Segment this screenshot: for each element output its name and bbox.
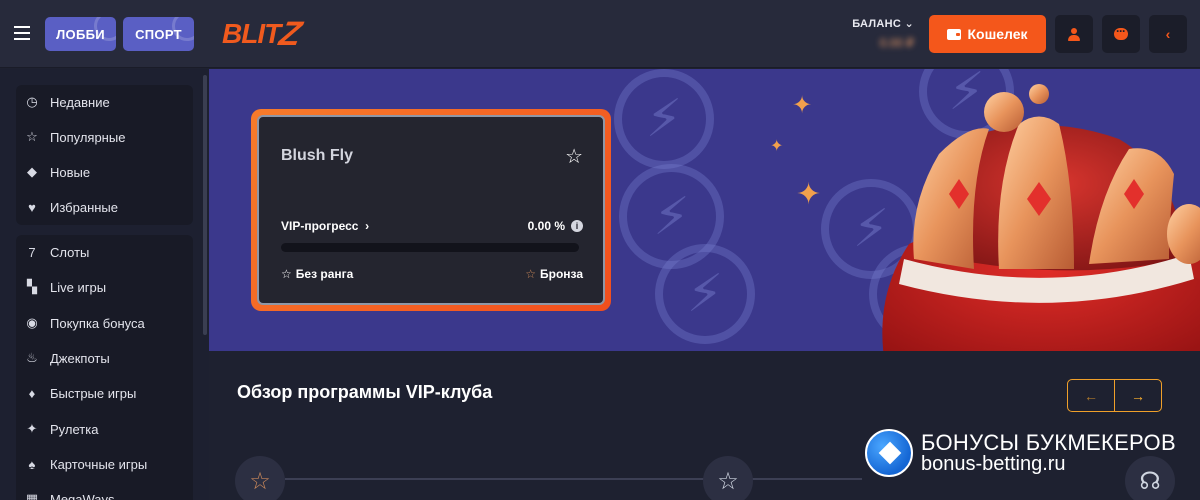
current-rank: ☆ Без ранга (281, 267, 353, 281)
wallet-button[interactable]: Кошелек (929, 15, 1046, 53)
heart-icon: ♥ (28, 199, 36, 215)
user-icon (1068, 27, 1080, 41)
chevron-right-icon: › (361, 219, 370, 233)
section-title: Обзор программы VIP-клуба (237, 382, 493, 402)
sidebar-scrollbar[interactable] (203, 75, 207, 335)
sidebar-item-label: Новые (50, 164, 91, 180)
sidebar-item-label: Рулетка (50, 421, 99, 437)
timeline-line (752, 478, 862, 480)
profile-button[interactable] (1055, 15, 1093, 53)
sidebar-item-live[interactable]: ▚ Live игры (24, 277, 106, 297)
vip-status-card: Blush Fly ☆ VIP-прогресс › 0.00 % i ☆ Бе… (251, 109, 611, 311)
megaways-icon: ▦ (25, 491, 39, 500)
watermark: БОНУСЫ БУКМЕКЕРОВ bonus-betting.ru (865, 429, 1176, 477)
sidebar-item-bonus-buy[interactable]: ◉ Покупка бонуса (24, 313, 145, 333)
sidebar-item-label: Популярные (50, 129, 126, 145)
sidebar-item-popular[interactable]: ☆ Популярные (24, 127, 125, 147)
next-arrow-button[interactable]: → (1114, 379, 1162, 412)
info-icon[interactable]: i (571, 220, 583, 232)
lightning-bolt-decoration (655, 244, 755, 344)
sidebar-item-quick-games[interactable]: ♦ Быстрые игры (24, 383, 137, 403)
sidebar-item-label: Покупка бонуса (50, 315, 145, 331)
soccer-ball-icon (865, 429, 913, 477)
collapse-button[interactable]: ‹ (1149, 15, 1187, 53)
crown-image (882, 84, 1200, 351)
sidebar-item-slots[interactable]: 7 Слоты (24, 242, 89, 262)
sidebar-item-new[interactable]: ◆ Новые (24, 162, 90, 182)
balance-dropdown[interactable]: БАЛАНС ⌄ 0.00 ₽ (852, 17, 914, 50)
bronze-star-icon: ☆ (525, 267, 536, 281)
top-bar: ЛОББИ СПОРТ BLIT Z БАЛАНС ⌄ 0.00 ₽ Кошеле… (0, 0, 1200, 68)
vip-progress-label: VIP-прогресс (281, 219, 359, 233)
sidebar-group-main: ◷ Недавние ☆ Популярные ◆ Новые ♥ Избран… (16, 85, 193, 225)
vip-progress-bar (281, 243, 579, 252)
balance-label: БАЛАНС (852, 18, 902, 30)
timeline-star-icon[interactable]: ☆ (703, 456, 753, 500)
wallet-icon (947, 28, 962, 40)
lobby-button[interactable]: ЛОББИ (45, 17, 116, 51)
sidebar-item-label: Избранные (50, 199, 118, 215)
diamond-icon: ◆ (27, 164, 37, 179)
wallet-button-label: Кошелек (967, 26, 1028, 42)
live-icon: ▚ (27, 279, 37, 294)
slots-icon: 7 (28, 244, 36, 260)
vip-progress-percent-wrap: 0.00 % i (528, 219, 583, 233)
balance-value: 0.00 ₽ (879, 36, 914, 50)
lightning-bolt-decoration (614, 69, 714, 169)
sidebar-item-jackpots[interactable]: ♨ Джекпоты (24, 348, 110, 368)
sidebar-item-card-games[interactable]: ♠ Карточные игры (24, 454, 148, 474)
flame-icon: ♦ (28, 385, 36, 401)
roulette-icon: ✦ (26, 421, 38, 436)
timeline-star-icon[interactable]: ☆ (235, 456, 285, 500)
chevron-down-icon: ⌄ (904, 18, 914, 30)
watermark-line2: bonus-betting.ru (921, 453, 1066, 476)
vip-progress-percent: 0.00 % (527, 219, 565, 233)
bonus-icon: ◉ (26, 315, 38, 330)
sidebar-item-label: Live игры (50, 279, 107, 295)
chevron-left-icon: ‹ (1165, 26, 1171, 42)
fire-icon: ♨ (26, 350, 38, 365)
star-icon[interactable]: ☆ (565, 144, 583, 169)
next-rank: ☆ Бронза (525, 267, 583, 281)
sidebar-item-label: MegaWays (50, 491, 115, 500)
sport-button[interactable]: СПОРТ (123, 17, 194, 51)
sparkle-icon: ✦ (770, 138, 784, 155)
chat-icon (1114, 24, 1128, 40)
watermark-line1: БОНУСЫ БУКМЕКЕРОВ (921, 429, 1176, 455)
next-rank-label: Бронза (539, 267, 583, 281)
sidebar-group-games: 7 Слоты ▚ Live игры ◉ Покупка бонуса ♨ Д… (16, 235, 193, 500)
player-name: Blush Fly (281, 147, 354, 164)
menu-icon[interactable] (14, 26, 30, 40)
sidebar-item-label: Джекпоты (50, 350, 110, 366)
sidebar-item-label: Слоты (50, 244, 90, 260)
star-outline-icon: ☆ (281, 267, 292, 281)
sidebar-item-label: Недавние (50, 94, 110, 110)
cards-icon: ♠ (28, 456, 36, 472)
star-icon: ☆ (26, 129, 38, 144)
sidebar-item-label: Быстрые игры (50, 385, 137, 401)
sidebar-item-favorites[interactable]: ♥ Избранные (24, 197, 118, 217)
sidebar-item-recent[interactable]: ◷ Недавние (24, 92, 110, 112)
sidebar-item-megaways[interactable]: ▦ MegaWays (24, 489, 115, 500)
prev-arrow-button[interactable]: ← (1067, 379, 1115, 412)
sidebar-item-roulette[interactable]: ✦ Рулетка (24, 419, 99, 439)
blitz-logo[interactable]: BLIT Z (222, 14, 304, 54)
timeline-line (285, 478, 705, 480)
current-rank-label: Без ранга (295, 267, 354, 281)
chat-button[interactable] (1102, 15, 1140, 53)
clock-icon: ◷ (26, 94, 38, 109)
vip-progress-link[interactable]: VIP-прогресс › (281, 219, 369, 233)
sidebar-item-label: Карточные игры (50, 456, 148, 472)
